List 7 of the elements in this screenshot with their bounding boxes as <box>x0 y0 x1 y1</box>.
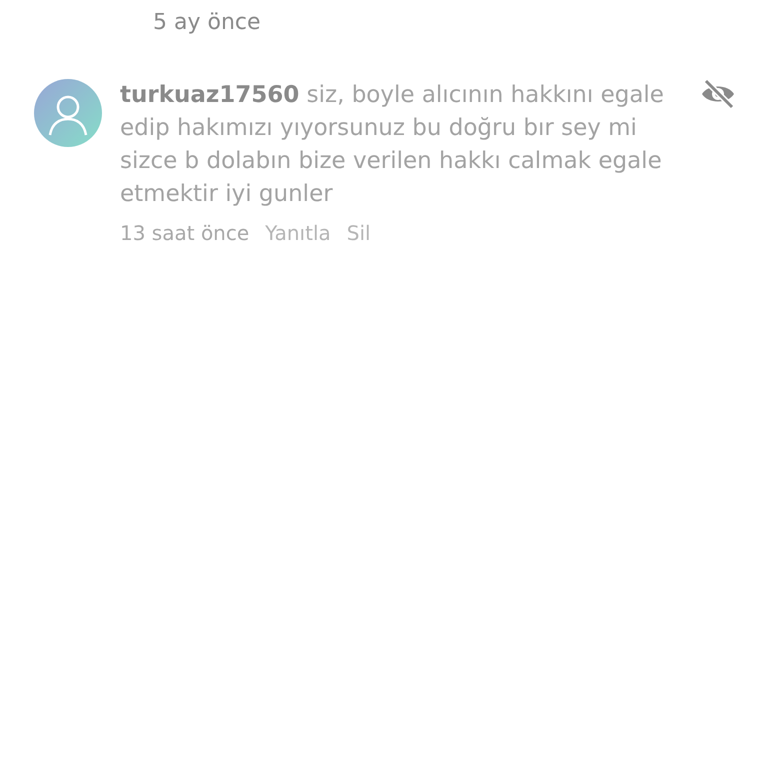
timestamp: 5 ay önce <box>153 10 261 35</box>
timestamp: 13 saat önce <box>120 221 250 245</box>
avatar-icon <box>34 79 102 147</box>
comment-text: turkuaz17560 siz, boyle alıcının hakkını egale edip hakımızı yıyorsunuz bu doğru bır sey mi sizce b dolabın bize verilen hakkı calmak egale etmektir iyi gunler <box>120 81 665 209</box>
action-link[interactable]: Sil <box>346 221 371 245</box>
eye-off-icon[interactable] <box>700 79 736 109</box>
action-link[interactable]: Yanıtla <box>265 221 331 245</box>
